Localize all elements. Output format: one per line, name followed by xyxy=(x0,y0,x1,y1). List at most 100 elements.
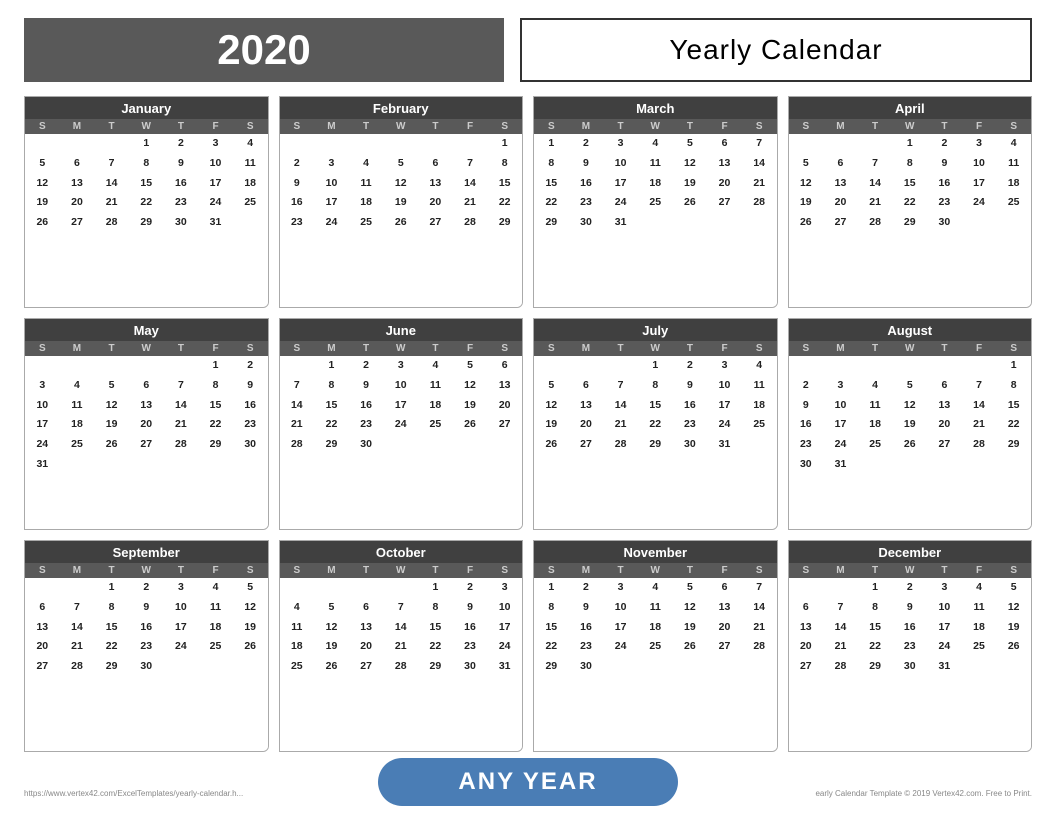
day-cell: 2 xyxy=(164,134,199,154)
day-cell-empty xyxy=(962,356,997,376)
day-cell: 6 xyxy=(789,598,824,618)
day-cell: 7 xyxy=(742,578,777,598)
day-cell: 7 xyxy=(383,598,418,618)
day-cell: 24 xyxy=(603,193,638,213)
day-cell: 31 xyxy=(198,213,233,233)
day-cell-empty xyxy=(418,134,453,154)
day-cell: 27 xyxy=(789,657,824,677)
day-cell: 20 xyxy=(789,637,824,657)
day-cell: 10 xyxy=(383,376,418,396)
day-header-cell: S xyxy=(534,341,569,356)
day-cell: 23 xyxy=(927,193,962,213)
day-header-cell: S xyxy=(487,341,522,356)
day-cell: 3 xyxy=(487,578,522,598)
day-header-cell: S xyxy=(487,119,522,134)
day-cell: 22 xyxy=(638,415,673,435)
day-cell: 5 xyxy=(673,578,708,598)
day-cell: 15 xyxy=(314,396,349,416)
day-cell: 3 xyxy=(25,376,60,396)
day-headers-march: SMTWTFS xyxy=(534,119,777,134)
day-cell: 26 xyxy=(892,435,927,455)
month-card-may: MaySMTWTFS123456789101112131415161718192… xyxy=(24,318,269,530)
day-cell: 5 xyxy=(314,598,349,618)
day-cell: 1 xyxy=(94,578,129,598)
day-cell: 1 xyxy=(534,134,569,154)
day-cell: 12 xyxy=(534,396,569,416)
day-header-cell: T xyxy=(858,341,893,356)
day-cell-empty xyxy=(789,134,824,154)
day-cell: 16 xyxy=(927,174,962,194)
day-cell: 25 xyxy=(638,637,673,657)
day-cell: 1 xyxy=(314,356,349,376)
day-cell: 12 xyxy=(996,598,1031,618)
any-year-button[interactable]: ANY YEAR xyxy=(378,758,677,806)
day-cell: 18 xyxy=(280,637,315,657)
day-cell: 28 xyxy=(858,213,893,233)
day-cell-empty xyxy=(927,356,962,376)
day-cell: 10 xyxy=(927,598,962,618)
day-cell: 8 xyxy=(418,598,453,618)
day-cell: 26 xyxy=(314,657,349,677)
day-cell: 26 xyxy=(996,637,1031,657)
day-cell-empty xyxy=(534,356,569,376)
day-cell: 14 xyxy=(164,396,199,416)
day-header-cell: M xyxy=(60,341,95,356)
day-cell: 22 xyxy=(534,193,569,213)
day-cell: 13 xyxy=(60,174,95,194)
day-cell: 15 xyxy=(198,396,233,416)
day-header-cell: T xyxy=(673,563,708,578)
day-cell: 7 xyxy=(164,376,199,396)
day-cell: 4 xyxy=(638,578,673,598)
day-cell: 23 xyxy=(233,415,268,435)
day-cell: 28 xyxy=(280,435,315,455)
day-header-cell: T xyxy=(164,563,199,578)
day-headers-july: SMTWTFS xyxy=(534,341,777,356)
day-cell: 4 xyxy=(233,134,268,154)
day-cell: 24 xyxy=(962,193,997,213)
day-cell: 30 xyxy=(569,213,604,233)
day-cell: 8 xyxy=(534,154,569,174)
day-headers-november: SMTWTFS xyxy=(534,563,777,578)
day-cell: 30 xyxy=(233,435,268,455)
header: 2020 Yearly Calendar xyxy=(24,18,1032,82)
day-cell: 11 xyxy=(280,618,315,638)
day-cell: 18 xyxy=(349,193,384,213)
month-card-june: JuneSMTWTFS12345678910111213141516171819… xyxy=(279,318,524,530)
day-cell: 9 xyxy=(789,396,824,416)
day-cell: 9 xyxy=(569,154,604,174)
day-cell: 9 xyxy=(129,598,164,618)
day-cell: 19 xyxy=(453,396,488,416)
calendars-grid: JanuarySMTWTFS12345678910111213141516171… xyxy=(24,96,1032,752)
day-cell: 11 xyxy=(60,396,95,416)
day-cell: 2 xyxy=(129,578,164,598)
day-header-cell: S xyxy=(742,119,777,134)
day-cell: 18 xyxy=(233,174,268,194)
days-grid-february: 1234567891011121314151617181920212223242… xyxy=(280,134,523,307)
day-cell: 13 xyxy=(927,396,962,416)
day-cell: 24 xyxy=(383,415,418,435)
day-cell: 18 xyxy=(638,174,673,194)
day-header-cell: W xyxy=(129,341,164,356)
day-cell: 21 xyxy=(164,415,199,435)
day-cell: 25 xyxy=(418,415,453,435)
month-header-march: March xyxy=(534,97,777,119)
day-cell: 7 xyxy=(858,154,893,174)
day-cell: 7 xyxy=(962,376,997,396)
month-card-february: FebruarySMTWTFS1234567891011121314151617… xyxy=(279,96,524,308)
day-cell: 10 xyxy=(603,154,638,174)
day-cell-empty xyxy=(892,356,927,376)
day-cell: 13 xyxy=(418,174,453,194)
day-cell: 25 xyxy=(996,193,1031,213)
day-header-cell: M xyxy=(569,563,604,578)
day-cell: 17 xyxy=(707,396,742,416)
day-cell: 27 xyxy=(25,657,60,677)
page: 2020 Yearly Calendar JanuarySMTWTFS12345… xyxy=(0,0,1056,816)
day-cell: 27 xyxy=(927,435,962,455)
day-cell: 6 xyxy=(25,598,60,618)
day-header-cell: S xyxy=(534,119,569,134)
day-header-cell: T xyxy=(927,119,962,134)
days-grid-june: 1234567891011121314151617181920212223242… xyxy=(280,356,523,529)
day-cell: 24 xyxy=(927,637,962,657)
title-text: Yearly Calendar xyxy=(669,34,882,66)
day-cell: 2 xyxy=(569,134,604,154)
